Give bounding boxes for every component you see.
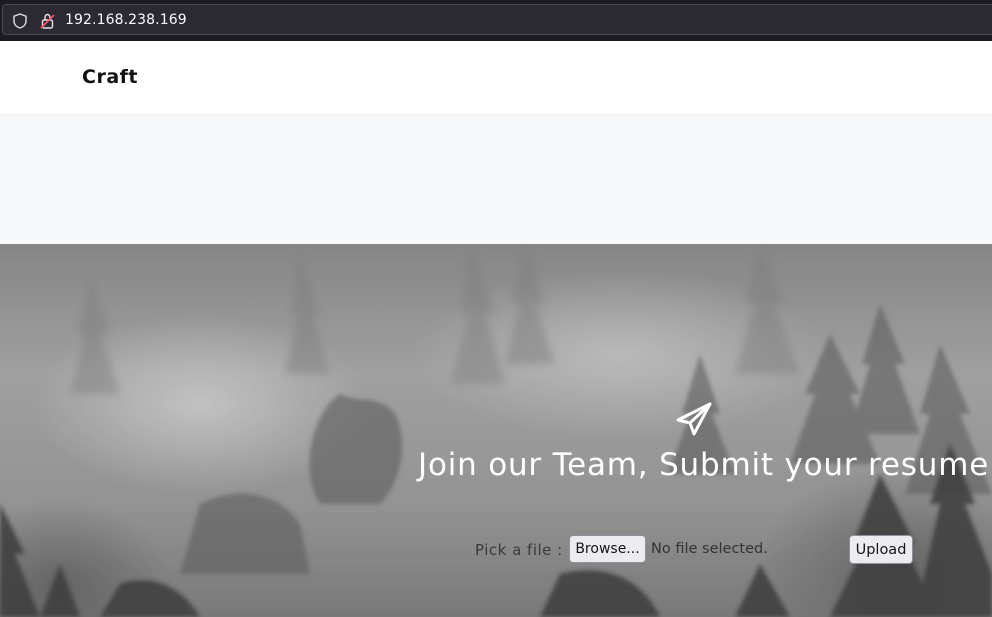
site-navbar: Craft	[0, 41, 992, 113]
url-bar[interactable]: 192.168.238.169	[2, 4, 992, 35]
brand-logo[interactable]: Craft	[82, 66, 138, 88]
url-text[interactable]: 192.168.238.169	[65, 12, 187, 28]
lock-icon[interactable]	[40, 13, 56, 29]
upload-button[interactable]: Upload	[849, 535, 913, 564]
hero-section: Join our Team, Submit your resume ! Pick…	[0, 244, 992, 617]
shield-icon[interactable]	[13, 13, 27, 29]
page-header-band	[0, 113, 992, 244]
file-status-text: No file selected.	[651, 541, 768, 557]
browser-toolbar: 192.168.238.169	[0, 0, 992, 41]
pick-file-label: Pick a file :	[475, 541, 563, 559]
hero-title: Join our Team, Submit your resume !	[418, 447, 992, 483]
paper-plane-icon	[676, 402, 712, 436]
browse-button[interactable]: Browse...	[569, 535, 646, 563]
forest-background	[0, 244, 992, 617]
